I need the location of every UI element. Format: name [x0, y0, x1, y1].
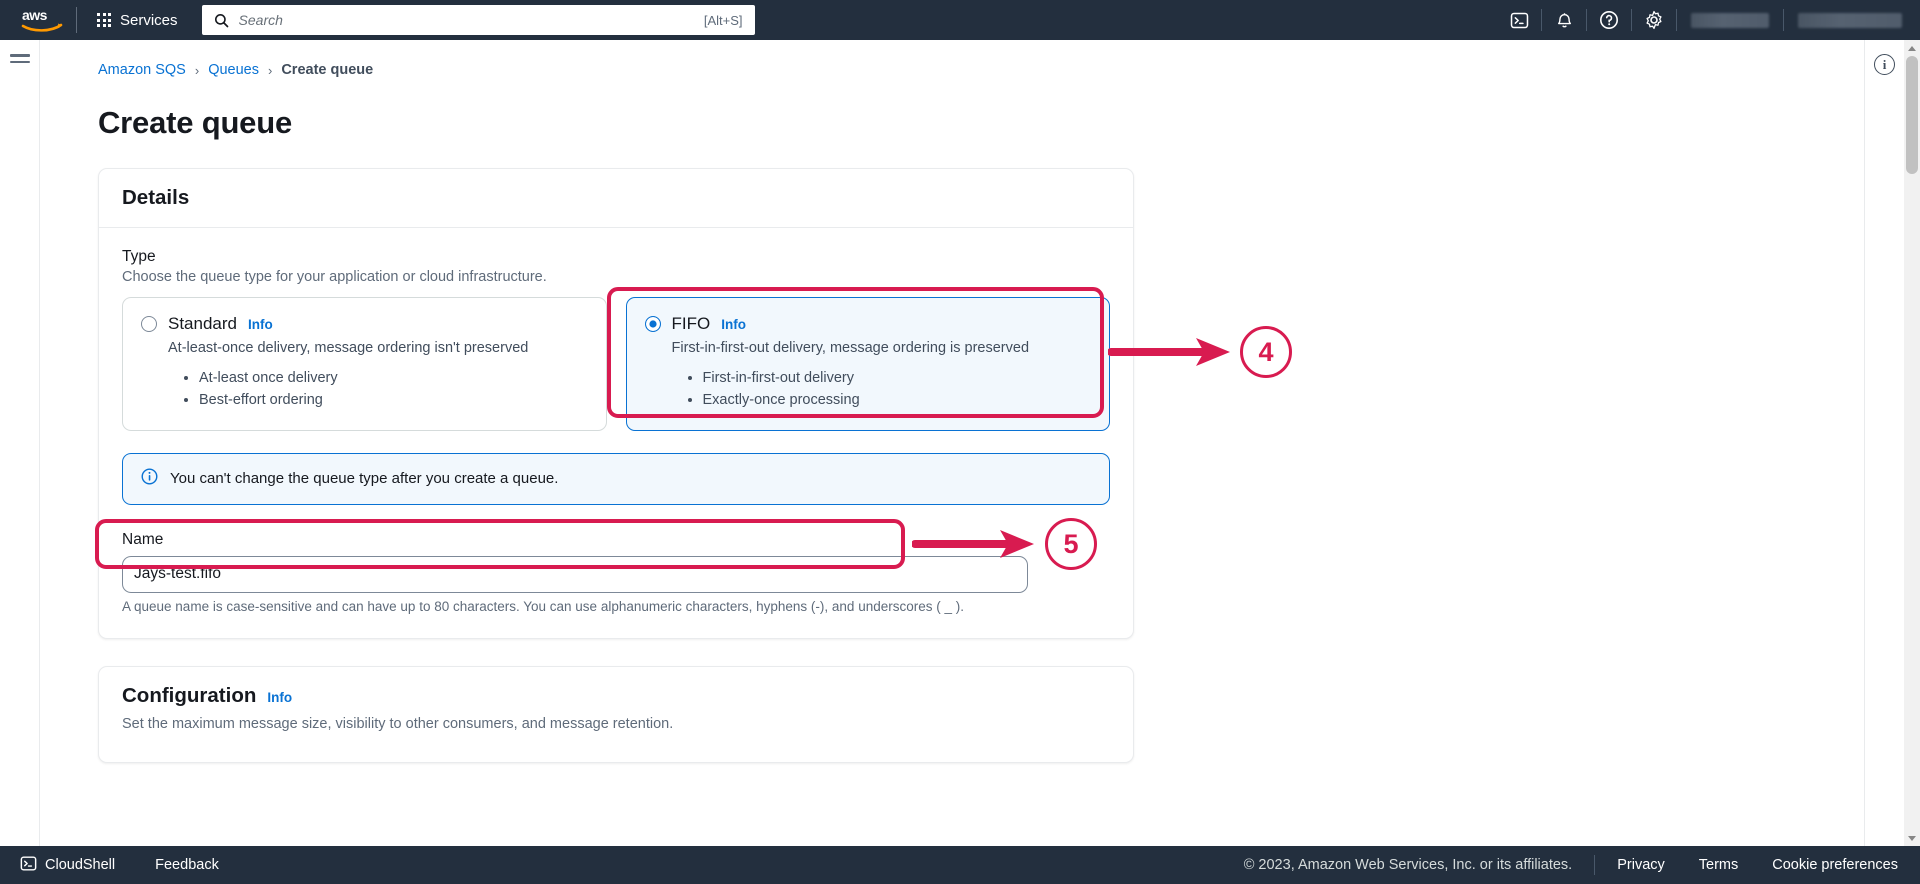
- alert-message: You can't change the queue type after yo…: [170, 470, 559, 487]
- standard-feature-list: At-least once delivery Best-effort order…: [199, 368, 588, 412]
- configuration-info-link[interactable]: Info: [267, 690, 292, 705]
- terms-link[interactable]: Terms: [1699, 857, 1738, 873]
- cloudshell-label: CloudShell: [45, 857, 116, 873]
- chevron-down-icon: [1908, 835, 1916, 841]
- services-menu-button[interactable]: Services: [89, 6, 186, 35]
- grid-icon: [97, 13, 111, 27]
- details-heading: Details: [122, 186, 190, 209]
- fifo-type-card[interactable]: FIFO Info First-in-first-out delivery, m…: [625, 297, 1110, 431]
- list-item: Best-effort ordering: [199, 390, 588, 412]
- search-icon: [214, 13, 229, 28]
- fifo-radio-button[interactable]: [644, 316, 661, 332]
- main-content-area: Amazon SQS › Queues › Create queue Creat…: [40, 40, 1896, 846]
- breadcrumb-item-amazon-sqs[interactable]: Amazon SQS: [98, 62, 186, 78]
- privacy-link[interactable]: Privacy: [1617, 857, 1665, 873]
- account-menu[interactable]: [1798, 12, 1902, 28]
- chevron-right-icon: ›: [267, 62, 273, 78]
- page-scrollbar[interactable]: [1904, 40, 1920, 846]
- queue-type-radio-group: Standard Info At-least-once delivery, me…: [122, 297, 1110, 431]
- breadcrumb-item-create-queue: Create queue: [281, 62, 374, 78]
- configuration-card: Configuration Info Set the maximum messa…: [98, 665, 1134, 763]
- queue-name-input-wrapper: [122, 555, 1028, 593]
- global-search-box[interactable]: [Alt+S]: [201, 5, 755, 35]
- standard-subtitle: At-least-once delivery, message ordering…: [168, 340, 529, 356]
- queue-name-label: Name: [122, 530, 164, 548]
- breadcrumb-item-queues[interactable]: Queues: [208, 62, 259, 78]
- nav-divider: [1783, 9, 1784, 31]
- queue-name-hint: A queue name is case-sensitive and can h…: [122, 598, 964, 614]
- info-circle-icon: [141, 468, 158, 490]
- queue-name-input[interactable]: [122, 555, 1028, 593]
- nav-right-group: [1497, 0, 1920, 40]
- gear-icon[interactable]: [1632, 0, 1676, 40]
- top-navigation-bar: aws Services [Alt+S]: [0, 0, 1920, 40]
- info-panel-toggle: i: [1864, 40, 1904, 846]
- aws-logo[interactable]: aws: [20, 7, 64, 33]
- standard-radio-button[interactable]: [141, 316, 157, 332]
- type-description: Choose the queue type for your applicati…: [122, 269, 547, 285]
- chevron-right-icon: ›: [194, 62, 200, 78]
- standard-info-link[interactable]: Info: [248, 317, 273, 332]
- scroll-up-button[interactable]: [1904, 40, 1920, 56]
- list-item: Exactly-once processing: [703, 390, 1092, 412]
- footer-right-group: © 2023, Amazon Web Services, Inc. or its…: [1244, 855, 1920, 875]
- footer-bar: CloudShell Feedback © 2023, Amazon Web S…: [0, 846, 1920, 884]
- queue-type-info-alert: You can't change the queue type after yo…: [122, 452, 1110, 505]
- details-card-body: Type Choose the queue type for your appl…: [99, 228, 1133, 638]
- footer-divider: [1594, 855, 1596, 875]
- fifo-feature-list: First-in-first-out delivery Exactly-once…: [703, 368, 1092, 412]
- nav-divider: [76, 7, 77, 33]
- type-label: Type: [122, 248, 156, 265]
- chevron-up-icon: [1908, 45, 1916, 51]
- configuration-heading: Configuration: [122, 683, 257, 707]
- scroll-down-button[interactable]: [1904, 830, 1920, 846]
- cloudshell-icon: [20, 855, 37, 876]
- info-circle-icon[interactable]: i: [1874, 54, 1895, 75]
- fifo-title: FIFO: [671, 314, 711, 333]
- feedback-link[interactable]: Feedback: [155, 857, 219, 873]
- help-circle-icon[interactable]: [1587, 0, 1631, 40]
- bell-icon[interactable]: [1542, 0, 1586, 40]
- list-item: First-in-first-out delivery: [703, 368, 1092, 390]
- standard-title: Standard: [168, 314, 237, 333]
- nav-divider: [1676, 9, 1677, 31]
- cloudshell-icon[interactable]: [1497, 0, 1541, 40]
- configuration-description: Set the maximum message size, visibility…: [122, 715, 674, 732]
- hamburger-menu-icon[interactable]: [10, 54, 30, 67]
- cookie-preferences-link[interactable]: Cookie preferences: [1772, 857, 1898, 873]
- services-label: Services: [120, 11, 178, 29]
- left-nav-rail: [0, 40, 40, 846]
- configuration-card-body: Set the maximum message size, visibility…: [99, 716, 1133, 762]
- configuration-card-header: Configuration Info: [99, 667, 1133, 712]
- search-shortcut-hint: [Alt+S]: [703, 12, 743, 28]
- page-title: Create queue: [98, 105, 292, 140]
- breadcrumb: Amazon SQS › Queues › Create queue: [98, 62, 1896, 78]
- scrollbar-thumb[interactable]: [1906, 56, 1918, 174]
- svg-text:aws: aws: [22, 7, 48, 23]
- cloudshell-button[interactable]: CloudShell: [14, 851, 121, 880]
- standard-card-head: Standard Info: [141, 314, 588, 334]
- fifo-subtitle: First-in-first-out delivery, message ord…: [671, 340, 1030, 356]
- fifo-card-head: FIFO Info: [644, 314, 1092, 334]
- standard-type-card[interactable]: Standard Info At-least-once delivery, me…: [122, 297, 607, 431]
- list-item: At-least once delivery: [199, 368, 588, 390]
- copyright-text: © 2023, Amazon Web Services, Inc. or its…: [1243, 857, 1573, 873]
- fifo-info-link[interactable]: Info: [721, 317, 746, 332]
- details-card: Details Type Choose the queue type for y…: [98, 168, 1134, 639]
- search-input[interactable]: [238, 12, 704, 28]
- region-selector[interactable]: [1691, 12, 1769, 28]
- details-card-header: Details: [99, 169, 1133, 228]
